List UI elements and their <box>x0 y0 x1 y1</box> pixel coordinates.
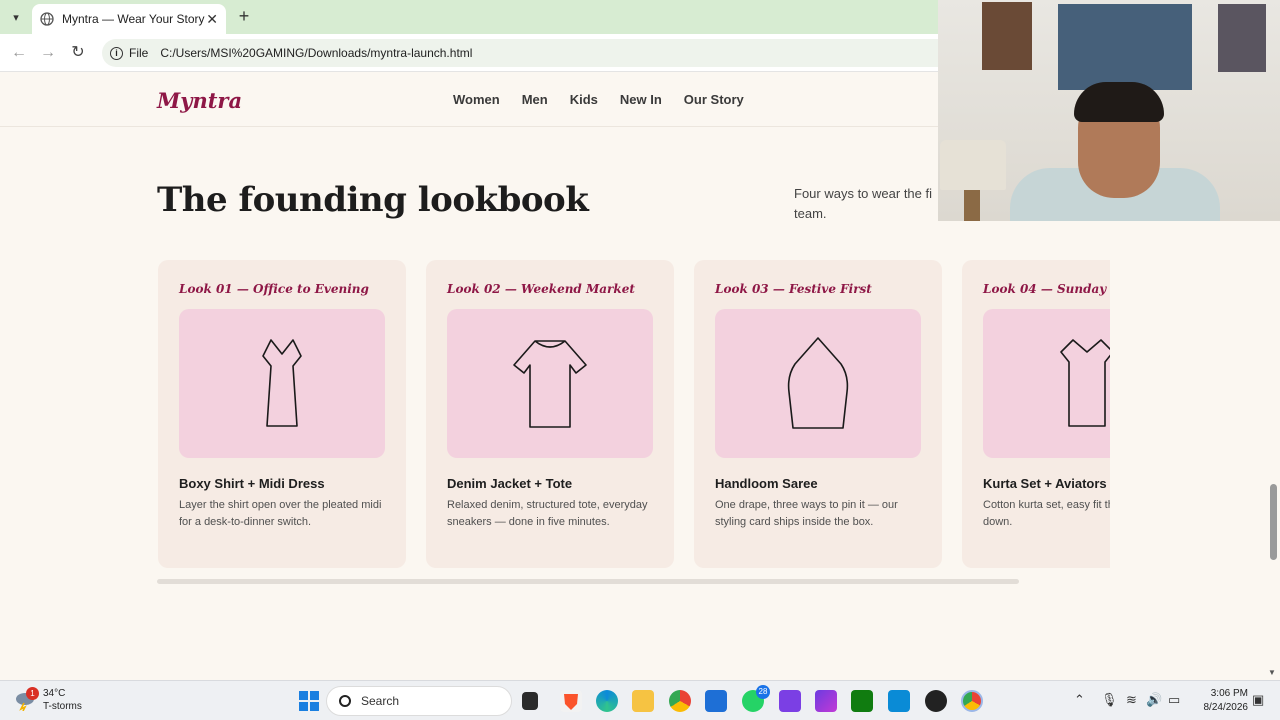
url-text[interactable]: C:/Users/MSI%20GAMING/Downloads/myntra-l… <box>160 46 472 60</box>
nav-women[interactable]: Women <box>453 92 500 107</box>
file-explorer-icon[interactable] <box>632 690 654 712</box>
brave-icon[interactable] <box>560 690 582 712</box>
notification-icon[interactable]: ▣ <box>1252 692 1264 708</box>
look-description: Relaxed denim, structured tote, everyday… <box>447 499 648 528</box>
look-card[interactable]: Look 04 — Sunday Err Kurta Set + Aviator… <box>962 260 1110 568</box>
weather-temp: 34°C <box>43 688 66 699</box>
look-image <box>715 309 921 458</box>
forward-arrow-icon[interactable]: → <box>38 43 58 63</box>
xbox-icon[interactable] <box>851 690 873 712</box>
browser-tab[interactable]: Myntra — Wear Your Story ✕ <box>32 4 226 34</box>
look-description: Cotton kurta set, easy fit that doesn't … <box>983 499 1110 528</box>
nav-new-in[interactable]: New In <box>620 92 662 107</box>
app-icon[interactable] <box>888 690 910 712</box>
look-image <box>447 309 653 458</box>
taskbar-search[interactable]: Search <box>326 686 512 716</box>
windows-start-icon[interactable] <box>298 690 320 712</box>
nav-our-story[interactable]: Our Story <box>684 92 744 107</box>
battery-icon[interactable]: ▭ <box>1168 692 1180 708</box>
lamp-base <box>964 190 980 221</box>
microphone-icon[interactable]: 🎙 <box>1101 692 1118 708</box>
wall-poster <box>1058 4 1192 90</box>
person-hair <box>1074 82 1164 122</box>
whatsapp-badge: 28 <box>756 685 770 699</box>
stack-app-icon[interactable] <box>815 690 837 712</box>
look-title: Denim Jacket + Tote <box>447 476 573 491</box>
look-description: One drape, three ways to pin it — our st… <box>715 499 898 528</box>
taskbar-search-label: Search <box>361 694 400 708</box>
globe-icon <box>40 12 54 26</box>
app-icon[interactable] <box>779 690 801 712</box>
look-card[interactable]: Look 01 — Office to Evening Boxy Shirt +… <box>158 260 406 568</box>
edge-icon[interactable] <box>596 690 618 712</box>
tab-title: Myntra — Wear Your Story <box>62 12 205 26</box>
search-icon <box>339 695 351 707</box>
main-nav: Women Men Kids New In Our Story <box>453 92 766 107</box>
tshirt-icon <box>513 339 587 428</box>
lookbook-carousel[interactable]: Look 01 — Office to Evening Boxy Shirt +… <box>158 260 1110 575</box>
nav-kids[interactable]: Kids <box>570 92 598 107</box>
chrome-icon[interactable] <box>669 690 691 712</box>
look-image <box>983 309 1110 458</box>
look-tag: Look 03 — Festive First <box>715 282 872 296</box>
carousel-scrollbar[interactable] <box>157 579 1019 584</box>
look-description: Layer the shirt open over the pleated mi… <box>179 499 382 528</box>
scroll-down-arrow-icon[interactable]: ▼ <box>1268 668 1276 677</box>
weather-badge: 1 <box>26 687 39 700</box>
scheme-label: File <box>129 46 149 60</box>
new-tab-button[interactable]: + <box>234 6 254 26</box>
nav-men[interactable]: Men <box>522 92 548 107</box>
look-title: Handloom Saree <box>715 476 818 491</box>
tab-close-icon[interactable]: ✕ <box>206 11 218 28</box>
app-icon[interactable] <box>925 690 947 712</box>
section-intro-line: team. <box>794 206 827 221</box>
kurta-icon <box>1060 338 1110 427</box>
task-view-icon[interactable] <box>522 692 538 710</box>
section-intro: Four ways to wear the fi team. <box>794 184 944 224</box>
site-logo[interactable]: Myntra <box>157 88 242 113</box>
wall-poster <box>1218 4 1266 72</box>
system-clock[interactable]: 3:06 PM 8/24/2026 <box>1196 687 1249 715</box>
store-icon[interactable] <box>705 690 727 712</box>
clock-date: 8/24/2026 <box>1203 702 1249 713</box>
look-card[interactable]: Look 02 — Weekend Market Denim Jacket + … <box>426 260 674 568</box>
look-card[interactable]: Look 03 — Festive First Handloom Saree O… <box>694 260 942 568</box>
reload-icon[interactable]: ↻ <box>68 43 88 63</box>
weather-desc: T-storms <box>43 701 82 712</box>
look-title: Kurta Set + Aviators <box>983 476 1107 491</box>
whatsapp-icon[interactable]: 28 <box>742 685 770 712</box>
back-arrow-icon[interactable]: ← <box>9 43 29 63</box>
info-icon[interactable]: i <box>110 46 123 60</box>
address-bar[interactable]: i File C:/Users/MSI%20GAMING/Downloads/m… <box>102 39 952 67</box>
tab-search-chevron-icon[interactable]: ▾ <box>6 7 26 27</box>
look-tag: Look 01 — Office to Evening <box>179 282 369 296</box>
clock-time: 3:06 PM <box>1210 688 1248 699</box>
lamp <box>940 140 1006 190</box>
look-image <box>179 309 385 458</box>
saree-icon <box>787 336 849 429</box>
page-scrollbar-thumb[interactable] <box>1270 484 1277 560</box>
wall-poster <box>982 2 1032 70</box>
chrome-active-icon[interactable] <box>961 690 983 712</box>
taskbar: 1 34°C T-storms Search 28 ⌃ 🎙 ≋ 🔊 ▭ 3:06… <box>0 680 1280 720</box>
look-tag: Look 04 — Sunday Err <box>983 282 1110 296</box>
volume-icon[interactable]: 🔊 <box>1146 692 1162 708</box>
section-title: The founding lookbook <box>157 180 589 220</box>
webcam-overlay <box>938 0 1280 221</box>
dress-icon <box>262 338 302 427</box>
look-tag: Look 02 — Weekend Market <box>447 282 635 296</box>
weather-widget[interactable]: 1 34°C T-storms <box>14 687 82 713</box>
storm-cloud-icon: 1 <box>14 687 39 712</box>
look-title: Boxy Shirt + Midi Dress <box>179 476 325 491</box>
wifi-icon[interactable]: ≋ <box>1126 692 1137 708</box>
chevron-up-icon[interactable]: ⌃ <box>1074 692 1085 708</box>
section-intro-line: Four ways to wear the fi <box>794 186 932 201</box>
